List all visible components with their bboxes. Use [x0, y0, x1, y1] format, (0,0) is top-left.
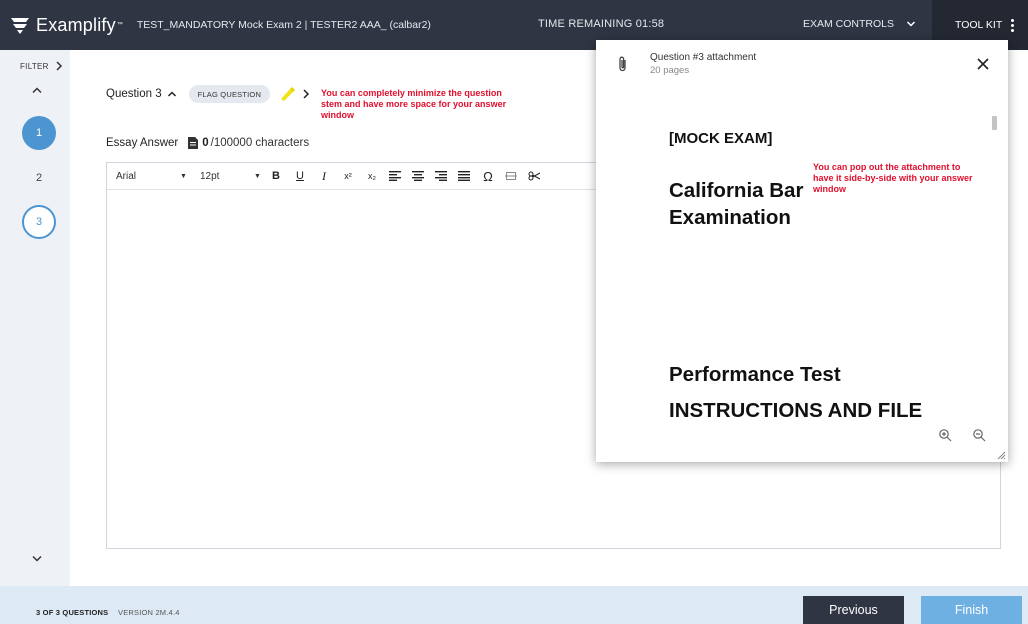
exam-controls-label: EXAM CONTROLS	[803, 18, 895, 30]
chevron-down-icon	[906, 21, 916, 27]
question-sidebar: FILTER 1 2 3	[0, 50, 70, 586]
special-character-button[interactable]: Ω	[482, 169, 494, 184]
finish-button[interactable]: Finish	[921, 596, 1022, 624]
font-family-select[interactable]: Arial ▼	[116, 171, 188, 182]
app-name: Examplify	[36, 14, 116, 35]
annotation-minimize-stem: You can completely minimize the question…	[321, 88, 507, 120]
underline-button[interactable]: U	[294, 170, 306, 182]
character-limit: /100000 characters	[210, 137, 310, 149]
document-icon	[188, 137, 199, 149]
question-nav-1[interactable]: 1	[22, 116, 56, 150]
document-heading: INSTRUCTIONS AND FILE	[669, 399, 923, 422]
attachment-title: Question #3 attachment	[650, 52, 757, 63]
close-icon[interactable]	[976, 57, 990, 71]
page-break-icon[interactable]	[505, 171, 517, 181]
examplify-logo-icon	[11, 18, 29, 34]
attachment-page-count: 20 pages	[650, 65, 690, 76]
footer-bar: 3 OF 3 QUESTIONS VERSION 2M.4.4 Previous…	[0, 586, 1028, 624]
filter-button[interactable]: FILTER	[20, 61, 63, 71]
attachment-scrollbar[interactable]	[992, 116, 997, 130]
question-nav-3[interactable]: 3	[22, 205, 56, 239]
resize-handle-icon[interactable]	[996, 450, 1006, 460]
italic-button[interactable]: I	[318, 169, 330, 184]
align-right-icon[interactable]	[435, 171, 447, 181]
trademark: ™	[116, 22, 123, 28]
font-size-value: 12pt	[200, 170, 220, 182]
kebab-menu-icon	[1011, 18, 1015, 32]
zoom-in-icon[interactable]	[938, 428, 952, 442]
toolkit-label: TOOL KIT	[955, 19, 1003, 31]
question-header: Question 3 FLAG QUESTION	[106, 85, 310, 103]
chevron-right-icon[interactable]	[302, 89, 310, 99]
question-count: 3 OF 3 QUESTIONS	[36, 608, 109, 617]
question-nav-2[interactable]: 2	[22, 161, 56, 195]
font-family-value: Arial	[116, 170, 137, 182]
chevron-up-icon[interactable]	[167, 90, 177, 98]
time-remaining: TIME REMAINING 01:58	[538, 18, 665, 30]
filter-label: FILTER	[20, 61, 49, 71]
brand-logo: Examplify ™	[10, 15, 123, 36]
caret-down-icon: ▼	[254, 172, 261, 180]
font-size-select[interactable]: 12pt ▼	[200, 171, 262, 182]
essay-answer-header: Essay Answer 0 /100000 characters	[106, 137, 309, 149]
question-title[interactable]: Question 3	[106, 88, 162, 100]
attachment-popup[interactable]: Question #3 attachment 20 pages [MOCK EX…	[596, 40, 1008, 462]
caret-down-icon: ▼	[180, 172, 187, 180]
annotation-pop-out: You can pop out the attachment to have i…	[813, 162, 973, 194]
previous-button[interactable]: Previous	[803, 596, 904, 624]
exam-controls-dropdown[interactable]: EXAM CONTROLS	[803, 18, 916, 30]
character-count: 0	[202, 137, 209, 149]
cut-icon[interactable]	[528, 171, 540, 181]
zoom-out-icon[interactable]	[972, 428, 986, 442]
scroll-down-icon[interactable]	[31, 555, 43, 563]
align-left-icon[interactable]	[389, 171, 401, 181]
align-center-icon[interactable]	[412, 171, 424, 181]
essay-answer-label: Essay Answer	[106, 137, 179, 149]
scroll-up-icon[interactable]	[31, 86, 43, 94]
document-subtitle: Performance Test	[669, 363, 841, 386]
paperclip-icon	[619, 56, 626, 72]
document-mock-label: [MOCK EXAM]	[669, 130, 773, 147]
version-label: VERSION 2M.4.4	[118, 608, 180, 617]
superscript-button[interactable]: x²	[342, 171, 354, 181]
flag-question-button[interactable]: FLAG QUESTION	[188, 85, 271, 103]
chevron-right-icon	[56, 61, 62, 71]
align-justify-icon[interactable]	[458, 171, 470, 181]
highlighter-icon[interactable]	[278, 86, 296, 102]
subscript-button[interactable]: x₂	[366, 171, 378, 181]
bold-button[interactable]: B	[270, 170, 282, 182]
exam-title: TEST_MANDATORY Mock Exam 2 | TESTER2 AAA…	[136, 19, 431, 31]
